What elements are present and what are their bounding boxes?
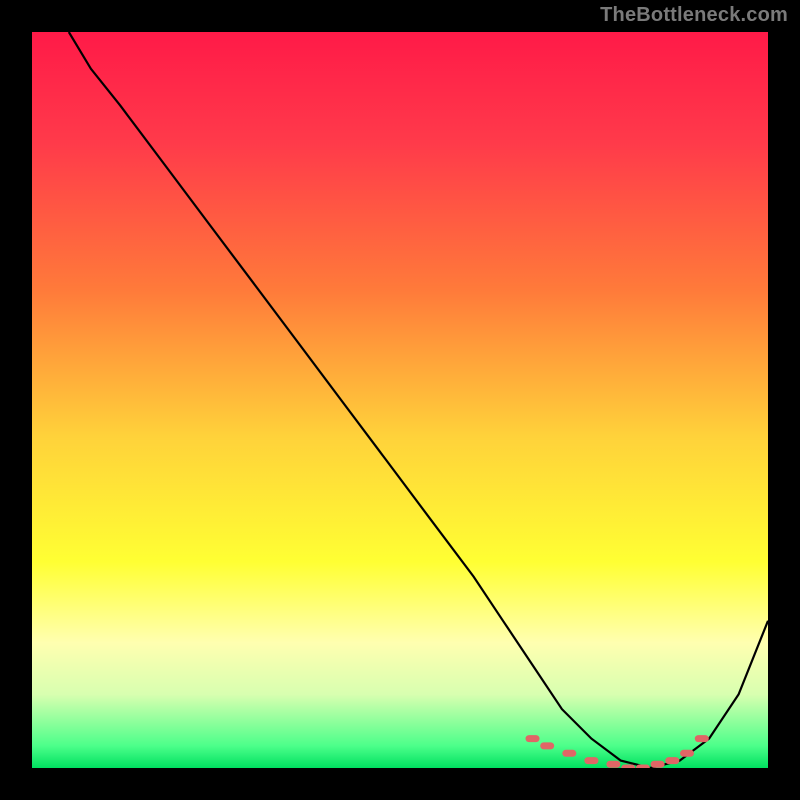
chart-plot-area xyxy=(32,32,768,768)
marker-dot xyxy=(665,757,679,764)
marker-dot xyxy=(606,761,620,768)
marker-dot xyxy=(584,757,598,764)
marker-dot xyxy=(562,750,576,757)
marker-dot xyxy=(680,750,694,757)
watermark-text: TheBottleneck.com xyxy=(600,4,788,27)
chart-frame: TheBottleneck.com xyxy=(0,0,800,800)
marker-dot xyxy=(540,742,554,749)
marker-dot xyxy=(636,765,650,769)
chart-svg xyxy=(32,32,768,768)
marker-dot xyxy=(526,735,540,742)
marker-dot xyxy=(695,735,709,742)
marker-dot xyxy=(621,765,635,769)
chart-background xyxy=(32,32,768,768)
marker-dot xyxy=(651,761,665,768)
